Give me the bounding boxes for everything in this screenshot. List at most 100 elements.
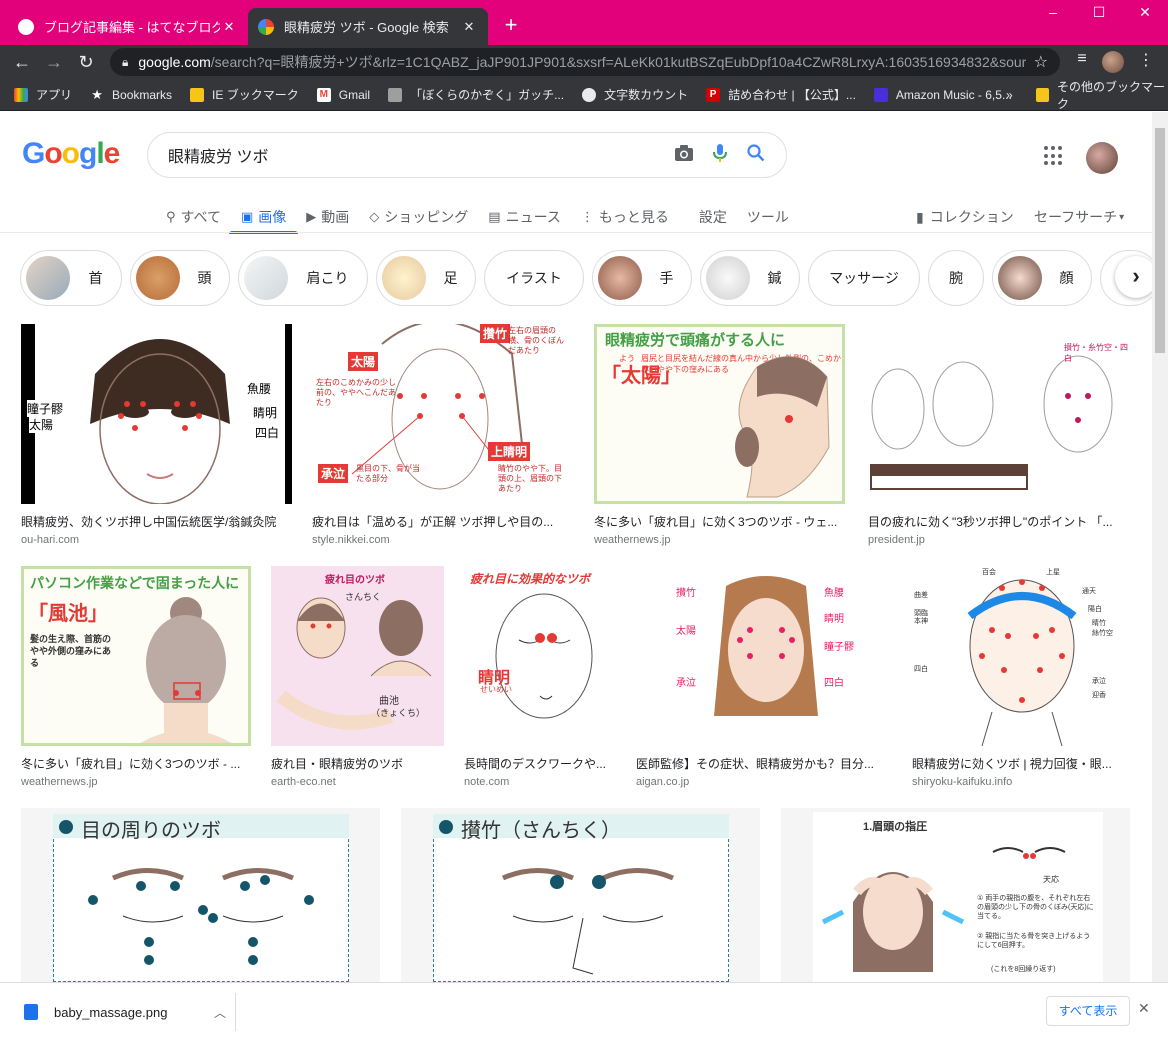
scrollbar-thumb[interactable] <box>1155 128 1165 353</box>
close-icon[interactable]: ✕ <box>220 19 238 35</box>
search-input[interactable]: 眼精疲労 ツボ <box>147 132 787 178</box>
tab-google-search[interactable]: 眼精疲労 ツボ - Google 検索 ✕ <box>248 8 488 45</box>
tab-shopping[interactable]: ◇ ショッピング <box>369 202 468 232</box>
account-avatar[interactable] <box>1086 142 1118 174</box>
show-all-button[interactable]: すべて表示 <box>1046 996 1130 1026</box>
result-image: 眼精疲労で頭痛がする人に よう 眉尻と目尻を結んだ線の真ん中から少し外側の、こめ… <box>594 324 845 504</box>
image-result[interactable]: 疲れ目のツボ さんちく 曲池 （きょくち） 疲れ目・眼精疲労のツボ earth-… <box>271 566 444 788</box>
result-image: 攅竹（さんちく） <box>401 808 760 982</box>
result-source: ou-hari.com <box>21 534 80 546</box>
camera-icon[interactable] <box>666 144 702 167</box>
related-chips: 首 頭 肩こり 足 イラスト 手 鍼 マッサージ 腕 顔 <box>20 250 1152 306</box>
back-arrow-icon[interactable]: ← <box>10 50 34 74</box>
image-result[interactable]: 瞳子髎 太陽 魚腰 睛明 四白 眼精疲労、効くツボ押し中国伝統医学/翁鍼灸院 o… <box>21 324 292 546</box>
image-result[interactable]: 攅竹（さんちく） <box>401 808 760 982</box>
chip-katakori[interactable]: 肩こり <box>238 250 368 306</box>
tab-settings[interactable]: 設定 <box>699 202 727 232</box>
result-source: shiryoku-kaifuku.info <box>912 776 1013 788</box>
chevron-right-icon[interactable]: › <box>1115 256 1152 298</box>
result-caption: 医師監修】その症状、眼精疲労かも？目分... <box>636 757 875 771</box>
bookmark-amazon-music[interactable]: Amazon Music - 6,5... <box>873 87 1012 102</box>
close-icon[interactable]: ✕ <box>1138 1000 1150 1017</box>
microphone-icon[interactable] <box>702 143 738 168</box>
star-icon[interactable]: ☆ <box>1034 52 1048 72</box>
google-logo[interactable]: Google <box>22 137 120 171</box>
tab-tools[interactable]: ツール <box>747 202 789 232</box>
image-result[interactable]: 太陽 攢竹 承泣 上睛明 左右のこめかみの少し前の、ややへこんだあたり 左右の眉… <box>312 324 569 546</box>
bookmarks-overflow[interactable]: » <box>1006 79 1013 111</box>
chip-kao[interactable]: 顔 <box>992 250 1092 306</box>
new-tab-button[interactable]: + <box>498 12 524 38</box>
bookmark-moji[interactable]: 文字数カウント <box>582 86 688 103</box>
chip-massage[interactable]: マッサージ <box>808 250 920 306</box>
image-result[interactable]: 百会 上星 曲差 通天 頭臨 本神 陽白 睛竹 絲竹空 承泣 四白 迎香 眼精疲… <box>912 566 1130 788</box>
result-source: weathernews.jp <box>21 776 98 788</box>
chip-atama[interactable]: 頭 <box>130 250 230 306</box>
result-image: 疲れ目に効果的なツボ 睛明 せいめい <box>464 566 616 746</box>
tab-more[interactable]: ⋮ もっと見る <box>581 202 669 232</box>
result-caption: 冬に多い「疲れ目」に効く3つのツボ - ウェ... <box>594 515 838 529</box>
image-icon: ▣ <box>241 209 254 224</box>
tab-all[interactable]: ⚲ すべて <box>166 202 221 232</box>
image-result[interactable]: 眼精疲労で頭痛がする人に よう 眉尻と目尻を結んだ線の真ん中から少し外側の、こめ… <box>594 324 845 546</box>
image-result[interactable]: パソコン作業などで固まった人に 「風池」 髪の生え際、首筋のやや外側の窪みにある… <box>21 566 251 788</box>
maximize-button[interactable]: ☐ <box>1076 4 1122 21</box>
bookmark-ie[interactable]: IE ブックマーク <box>190 86 299 103</box>
vertical-scrollbar[interactable] <box>1152 112 1168 982</box>
close-icon[interactable]: ✕ <box>460 19 478 35</box>
chip-illust[interactable]: イラスト <box>484 250 584 306</box>
close-window-button[interactable]: ✕ <box>1122 4 1168 21</box>
image-result[interactable]: 1.眉頭の指圧 天応 ① 両手の親指の腹を、それぞれ左右の眉頭の少し下の骨のくぼ… <box>781 808 1130 982</box>
image-result[interactable]: 攅竹 魚腰 太陽 睛明 瞳子髎 承泣 四白 医師監修】その症状、眼精疲労かも？目… <box>636 566 892 788</box>
result-image: 百会 上星 曲差 通天 頭臨 本神 陽白 睛竹 絲竹空 承泣 四白 迎香 <box>912 566 1130 746</box>
chip-ude[interactable]: 腕 <box>928 250 984 306</box>
bookmark-apps[interactable]: アプリ <box>14 86 72 103</box>
result-source: weathernews.jp <box>594 534 671 546</box>
image-label: 四白 <box>824 678 844 689</box>
image-label: 承泣 <box>676 678 696 689</box>
tab-hatena-blog[interactable]: ブログ記事編集 - はてなブログ ✕ <box>8 8 248 45</box>
image-label: 瞳子髎 <box>824 642 854 653</box>
chip-kubi[interactable]: 首 <box>20 250 122 306</box>
bookmark-bokura[interactable]: 「ぼくらのかぞく」ガッチ... <box>388 86 564 103</box>
other-bookmarks[interactable]: その他のブックマーク <box>1036 79 1168 111</box>
browser-toolbar: ← → ↻ 🔒︎ google.com/search?q=眼精疲労+ツボ&rlz… <box>0 45 1168 79</box>
more-vert-icon: ⋮ <box>580 209 594 224</box>
apps-grid-icon <box>14 87 28 102</box>
chip-ashi[interactable]: 足 <box>376 250 476 306</box>
menu-more-icon[interactable]: ⋮ <box>1134 50 1158 70</box>
safesearch-dropdown[interactable]: セーフサーチ ▾ <box>1034 202 1124 232</box>
image-result[interactable]: 疲れ目に効果的なツボ 睛明 せいめい 長時間のデスクワークや... note.c… <box>464 566 616 788</box>
image-result[interactable]: 目の周りのツボ <box>21 808 380 982</box>
media-control-icon[interactable]: ≡ <box>1070 50 1094 68</box>
profile-avatar[interactable] <box>1102 51 1124 73</box>
chip-te[interactable]: 手 <box>592 250 692 306</box>
reload-icon[interactable]: ↻ <box>74 50 98 74</box>
address-bar[interactable]: 🔒︎ google.com/search?q=眼精疲労+ツボ&rlz=1C1QA… <box>110 48 1060 76</box>
chip-hari[interactable]: 鍼 <box>700 250 800 306</box>
image-result[interactable]: 攅竹・糸竹空・四白 目の疲れに効く"3秒ツボ押し"のポイント 「... pres… <box>868 324 1130 546</box>
bookmark-tsumeawase[interactable]: P 詰め合わせ | 【公式】... <box>706 86 856 103</box>
search-nav-tabs: ⚲ すべて ▣ 画像 ▶ 動画 ◇ ショッピング ▤ ニュース ⋮ もっと見る 設定 ツール <box>166 202 809 234</box>
tab-images[interactable]: ▣ 画像 <box>228 202 299 234</box>
tab-videos[interactable]: ▶ 動画 <box>306 202 349 232</box>
image-label: 太陽 <box>676 626 696 637</box>
tab-news[interactable]: ▤ ニュース <box>488 202 561 232</box>
download-item[interactable]: baby_massage.png ︿ <box>12 993 236 1031</box>
image-label: 承泣 <box>1092 678 1106 685</box>
search-icon[interactable] <box>738 143 774 167</box>
image-label: 睛明 <box>824 614 844 625</box>
forward-arrow-icon[interactable]: → <box>42 50 66 74</box>
result-source: note.com <box>464 776 510 788</box>
collections-link[interactable]: ▮ コレクション <box>916 202 1014 232</box>
bookmark-gmail[interactable]: M Gmail <box>316 87 370 102</box>
image-label: パソコン作業などで固まった人に <box>30 575 240 591</box>
minimize-button[interactable]: – <box>1030 4 1076 20</box>
image-label: 魚腰 <box>247 382 272 396</box>
folder-icon <box>1036 88 1049 102</box>
image-label: 迎香 <box>1092 692 1106 699</box>
google-apps-icon[interactable] <box>1044 146 1064 166</box>
image-label: 曲差 <box>914 592 928 599</box>
bookmark-bookmarks[interactable]: ★ Bookmarks <box>90 87 172 102</box>
chevron-up-icon[interactable]: ︿ <box>205 1004 235 1021</box>
